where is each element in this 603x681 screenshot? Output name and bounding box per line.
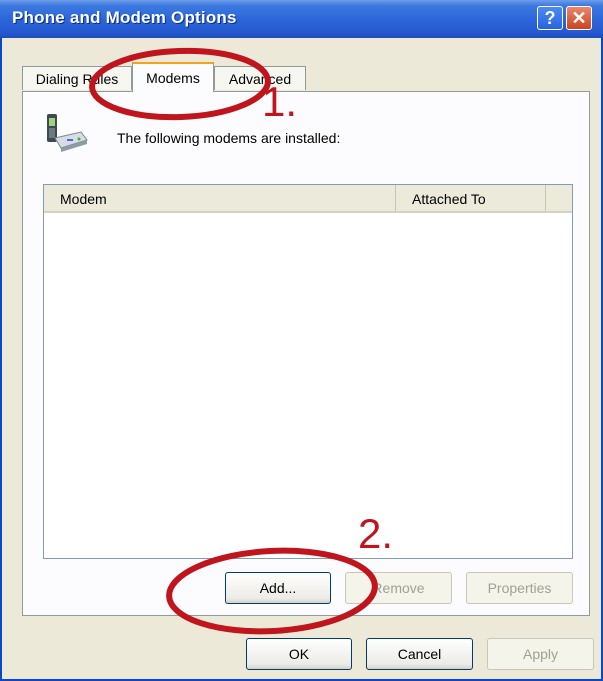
properties-button[interactable]: Properties: [466, 572, 573, 604]
dialog-window: Phone and Modem Options ? ✕ Dialing Rule…: [0, 0, 603, 681]
modems-panel: The following modems are installed: Mode…: [22, 91, 590, 616]
column-header-attached-to[interactable]: Attached To: [396, 185, 546, 211]
intro-text: The following modems are installed:: [117, 130, 341, 146]
add-button[interactable]: Add...: [225, 572, 331, 604]
remove-button[interactable]: Remove: [345, 572, 452, 604]
list-header: Modem Attached To: [44, 185, 572, 213]
modems-list[interactable]: Modem Attached To: [43, 184, 573, 559]
help-button[interactable]: ?: [537, 6, 563, 30]
phone-modem-icon: [47, 114, 88, 152]
ok-button[interactable]: OK: [246, 638, 352, 670]
column-header-modem[interactable]: Modem: [44, 185, 396, 211]
close-button[interactable]: ✕: [566, 6, 592, 30]
tab-dialing-rules[interactable]: Dialing Rules: [22, 66, 132, 90]
apply-button[interactable]: Apply: [487, 638, 594, 670]
title-bar[interactable]: Phone and Modem Options ? ✕: [0, 0, 603, 38]
window-title: Phone and Modem Options: [12, 8, 237, 27]
tab-modems[interactable]: Modems: [132, 62, 214, 92]
annotation-label-2: 2.: [358, 510, 394, 557]
cancel-button[interactable]: Cancel: [366, 638, 473, 670]
annotation-label-1: 1.: [262, 78, 298, 125]
